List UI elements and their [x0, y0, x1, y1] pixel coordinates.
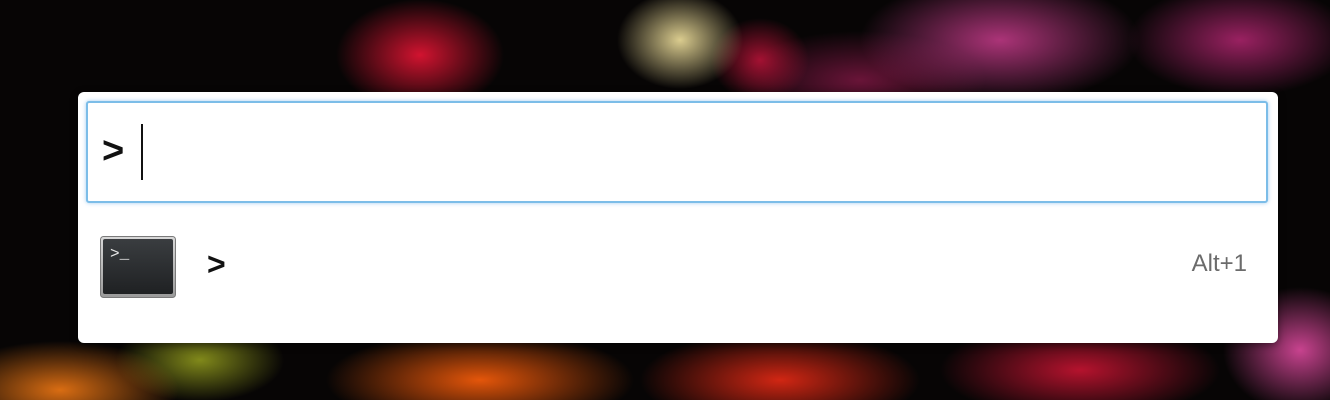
result-item[interactable]: >_ > Alt+1 [78, 222, 1278, 302]
terminal-icon-glyph: >_ [110, 245, 130, 263]
result-title: > [207, 246, 226, 282]
terminal-icon: >_ [100, 236, 176, 298]
query-input[interactable] [148, 127, 1252, 179]
prompt-symbol: > [102, 130, 125, 172]
result-shortcut: Alt+1 [1191, 250, 1247, 277]
text-caret [141, 124, 143, 180]
launcher-dialog: > >_ > Alt+1 [78, 92, 1278, 343]
query-field[interactable]: > [86, 101, 1268, 203]
